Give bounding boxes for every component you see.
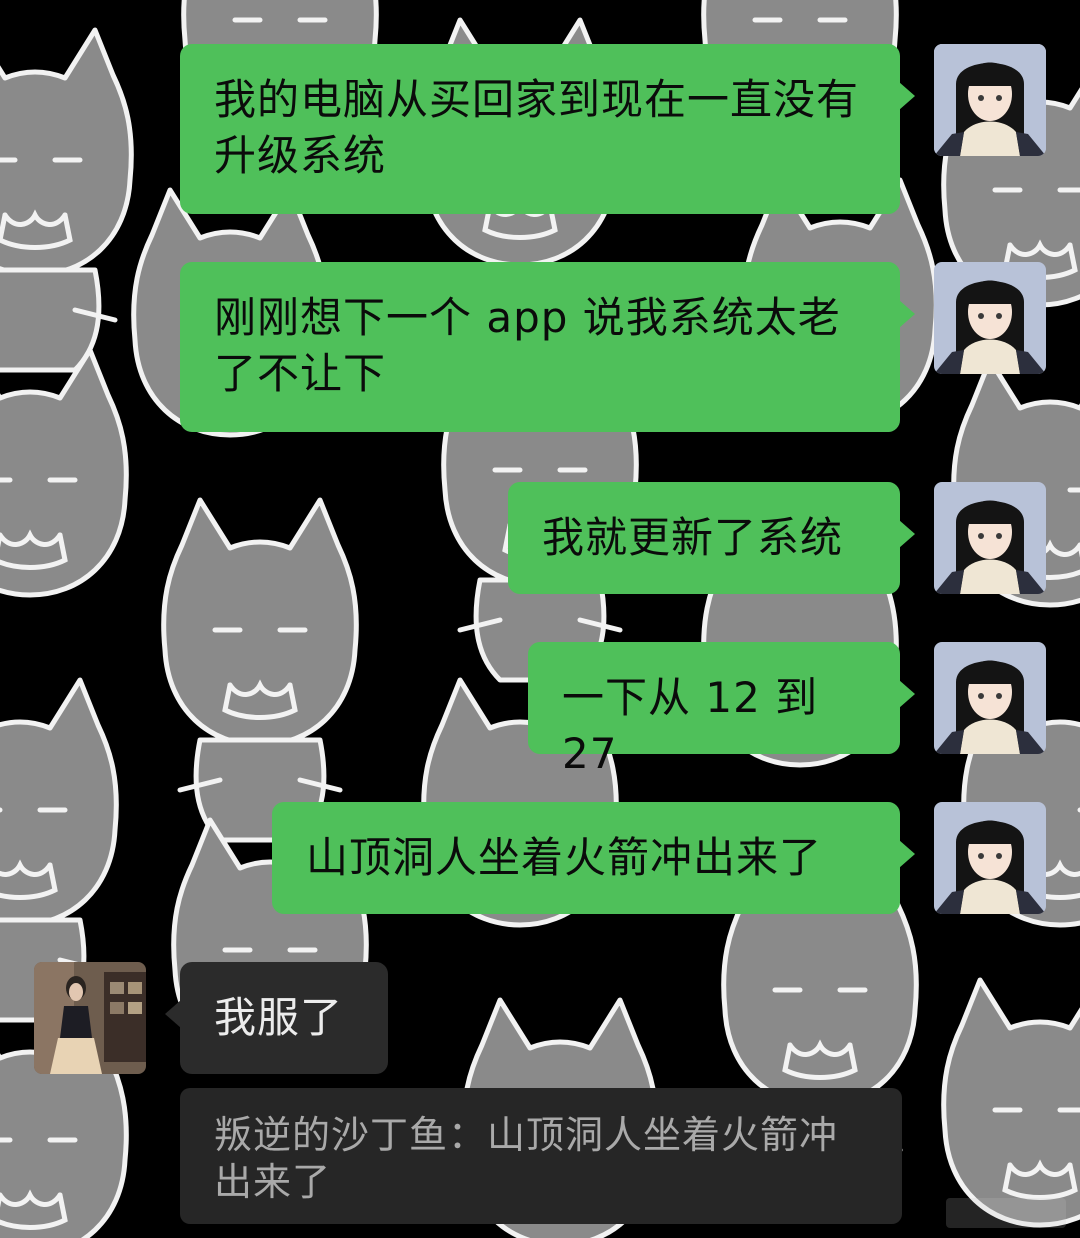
quoted-message[interactable]: 叛逆的沙丁鱼：山顶洞人坐着火箭冲出来了	[180, 1088, 902, 1224]
message-bubble-outgoing[interactable]: 一下从 12 到 27	[528, 642, 915, 778]
anime-girl-scarf-avatar[interactable]	[934, 44, 1046, 156]
message-bubble-outgoing[interactable]: 刚刚想下一个 app 说我系统太老了不让下	[180, 262, 915, 432]
message-bubble-outgoing[interactable]: 山顶洞人坐着火箭冲出来了	[272, 802, 915, 914]
anime-girl-scarf-avatar[interactable]	[934, 802, 1046, 914]
chat-screen: 我的电脑从买回家到现在一直没有升级系统 刚刚想下一个 app 说我系统太老了不让…	[0, 0, 1080, 1238]
message-bubble-incoming[interactable]: 我服了	[165, 962, 388, 1074]
woman-photo-avatar[interactable]	[34, 962, 146, 1074]
message-bubble-outgoing[interactable]: 我就更新了系统	[508, 482, 915, 594]
anime-girl-scarf-avatar[interactable]	[934, 262, 1046, 374]
message-bubble-outgoing[interactable]: 我的电脑从买回家到现在一直没有升级系统	[180, 44, 915, 214]
anime-girl-scarf-avatar[interactable]	[934, 642, 1046, 754]
anime-girl-scarf-avatar[interactable]	[934, 482, 1046, 594]
watermark	[946, 1198, 1066, 1228]
